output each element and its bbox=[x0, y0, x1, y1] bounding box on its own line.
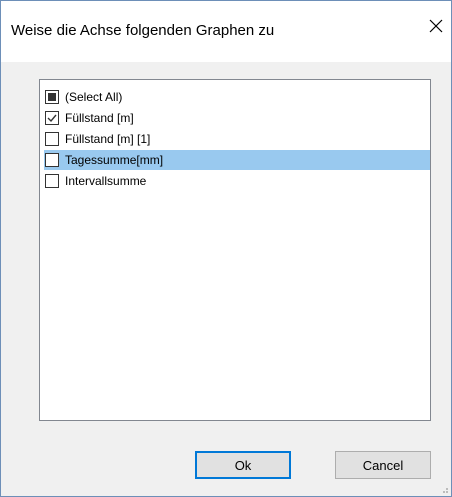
tagessumme-checkbox[interactable] bbox=[45, 153, 59, 167]
close-icon bbox=[429, 19, 443, 33]
resize-grip-icon[interactable] bbox=[439, 484, 449, 494]
cancel-button[interactable]: Cancel bbox=[335, 451, 431, 479]
list-item-label: Füllstand [m] [1] bbox=[65, 132, 151, 146]
list-item-select-all[interactable]: (Select All) bbox=[44, 87, 430, 107]
list-item-label: Intervallsumme bbox=[65, 174, 147, 188]
list-item-label: Füllstand [m] bbox=[65, 111, 134, 125]
dialog-titlebar: Weise die Achse folgenden Graphen zu bbox=[1, 1, 451, 62]
list-item-label: (Select All) bbox=[65, 90, 123, 104]
intervallsumme-checkbox[interactable] bbox=[45, 174, 59, 188]
select-all-checkbox[interactable] bbox=[45, 90, 59, 104]
list-item-label: Tagessumme[mm] bbox=[65, 153, 164, 167]
list-item-fuellstand[interactable]: Füllstand [m] bbox=[44, 108, 430, 128]
list-item-intervallsumme[interactable]: Intervallsumme bbox=[44, 171, 430, 191]
ok-button[interactable]: Ok bbox=[195, 451, 291, 479]
checkmark-icon bbox=[47, 114, 57, 123]
fuellstand-checkbox[interactable] bbox=[45, 111, 59, 125]
close-button[interactable] bbox=[421, 11, 451, 41]
list-item-fuellstand-1[interactable]: Füllstand [m] [1] bbox=[44, 129, 430, 149]
list-item-tagessumme[interactable]: Tagessumme[mm] bbox=[44, 150, 430, 170]
dialog-title: Weise die Achse folgenden Graphen zu bbox=[11, 22, 275, 39]
fuellstand-1-checkbox[interactable] bbox=[45, 132, 59, 146]
graph-checklist[interactable]: (Select All) Füllstand [m] Füllstand [m]… bbox=[39, 79, 431, 421]
assign-axis-dialog: Weise die Achse folgenden Graphen zu (Se… bbox=[0, 0, 452, 497]
